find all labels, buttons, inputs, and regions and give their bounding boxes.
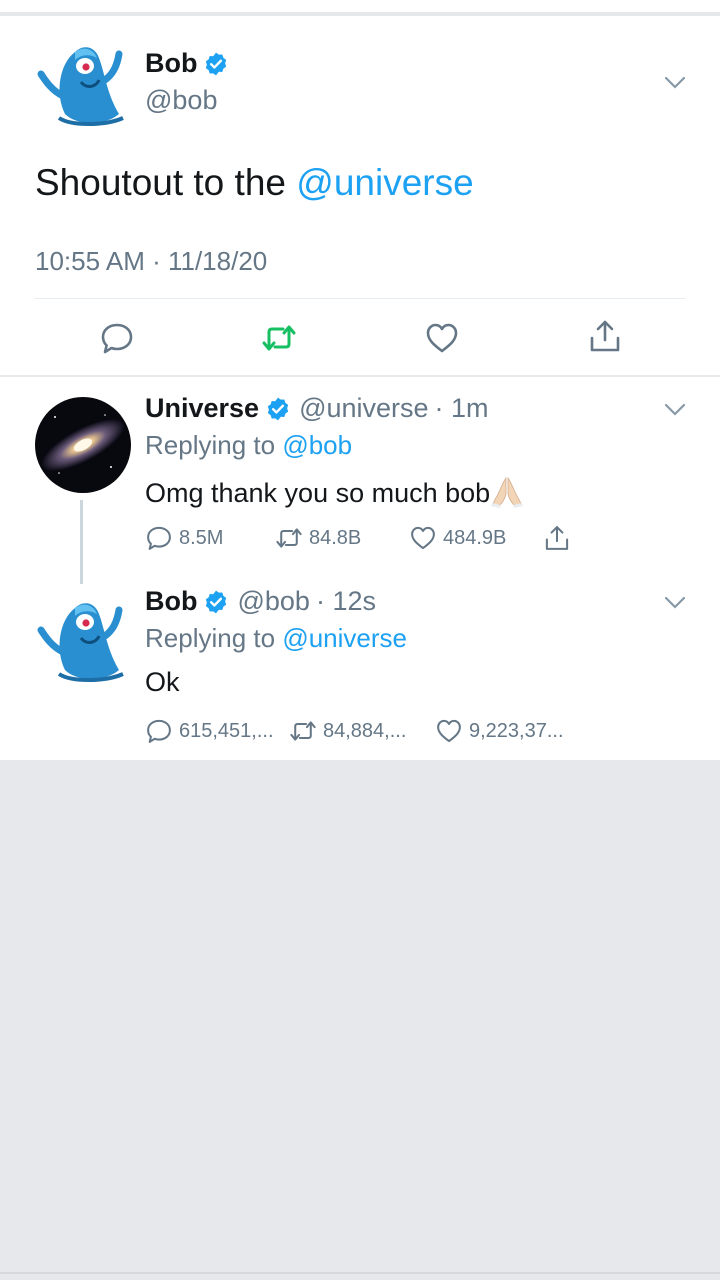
verified-badge-icon	[267, 397, 289, 420]
main-tweet-text: Shoutout to the @universe	[35, 162, 474, 204]
share-icon[interactable]	[587, 318, 623, 354]
replying-to: Replying to @universe	[145, 623, 407, 654]
like-icon[interactable]	[424, 320, 460, 356]
reply-icon[interactable]	[145, 524, 173, 552]
reply-count: 615,451,...	[179, 719, 274, 742]
chevron-down-icon[interactable]	[664, 596, 686, 610]
reply-text-body: Ok	[145, 667, 180, 697]
main-tweet-name[interactable]: Bob	[145, 48, 197, 79]
like-count: 484.9B	[443, 526, 507, 549]
retweet-count-button[interactable]: 84,884,...	[289, 717, 435, 745]
retweet-icon[interactable]	[261, 320, 297, 356]
top-divider	[0, 0, 720, 14]
reply-author-handle[interactable]: @bob	[237, 586, 309, 617]
reply-count-button[interactable]: 8.5M	[145, 524, 275, 552]
section-divider	[0, 375, 720, 377]
chevron-down-icon[interactable]	[664, 76, 686, 90]
main-tweet-handle[interactable]: @bob	[145, 85, 217, 116]
reply-text: Omg thank you so much bob	[145, 474, 524, 509]
reply-icon[interactable]	[145, 717, 173, 745]
reply-header[interactable]: Universe @universe · 1m	[145, 393, 489, 424]
main-tweet-timestamp[interactable]: 10:55 AM · 11/18/20	[35, 246, 267, 277]
retweet-count: 84,884,...	[323, 719, 407, 742]
bottom-divider	[0, 1272, 720, 1274]
reply-stats: 615,451,... 84,884,... 9,223,37...	[145, 717, 564, 745]
replying-to-mention[interactable]: @universe	[282, 623, 407, 653]
divider	[35, 298, 685, 299]
mention-link[interactable]: @universe	[296, 162, 473, 203]
reply-icon[interactable]	[99, 320, 135, 356]
folded-hands-emoji	[491, 477, 524, 508]
replying-to-label: Replying to	[145, 623, 276, 653]
universe-avatar[interactable]	[35, 397, 131, 493]
like-icon[interactable]	[435, 717, 463, 745]
like-count-button[interactable]: 484.9B	[409, 524, 543, 552]
like-count: 9,223,37...	[469, 719, 564, 742]
retweet-icon[interactable]	[275, 524, 303, 552]
reply-author-name[interactable]: Bob	[145, 586, 197, 617]
reply-count: 8.5M	[179, 526, 224, 549]
share-button[interactable]	[543, 524, 577, 552]
verified-badge-icon	[206, 52, 227, 75]
replying-to-mention[interactable]: @bob	[282, 430, 352, 460]
reply-author-name[interactable]: Universe	[145, 393, 259, 424]
reply-count-button[interactable]: 615,451,...	[145, 717, 289, 745]
verified-badge-icon	[206, 590, 227, 613]
share-icon[interactable]	[543, 524, 571, 552]
bob-avatar[interactable]	[35, 590, 131, 686]
replying-to-label: Replying to	[145, 430, 276, 460]
reply-author-handle[interactable]: @universe	[299, 393, 428, 424]
bob-avatar[interactable]	[35, 34, 131, 130]
replying-to: Replying to @bob	[145, 430, 352, 461]
retweet-count-button[interactable]: 84.8B	[275, 524, 409, 552]
reply-text: Ok	[145, 667, 180, 698]
main-tweet-text-body: Shoutout to the	[35, 162, 297, 203]
reply-age: · 12s	[315, 586, 376, 616]
reply-age: · 1m	[434, 393, 489, 423]
chevron-down-icon[interactable]	[664, 403, 686, 417]
like-icon[interactable]	[409, 524, 437, 552]
retweet-count: 84.8B	[309, 526, 362, 549]
reply-header[interactable]: Bob @bob · 12s	[145, 586, 376, 617]
reply-text-body: Omg thank you so much bob	[145, 478, 491, 508]
like-count-button[interactable]: 9,223,37...	[435, 717, 564, 745]
thread-connector	[80, 500, 83, 584]
reply-stats: 8.5M 84.8B 484.9B	[145, 524, 577, 552]
main-tweet-author[interactable]: Bob	[145, 48, 229, 79]
retweet-icon[interactable]	[289, 717, 317, 745]
